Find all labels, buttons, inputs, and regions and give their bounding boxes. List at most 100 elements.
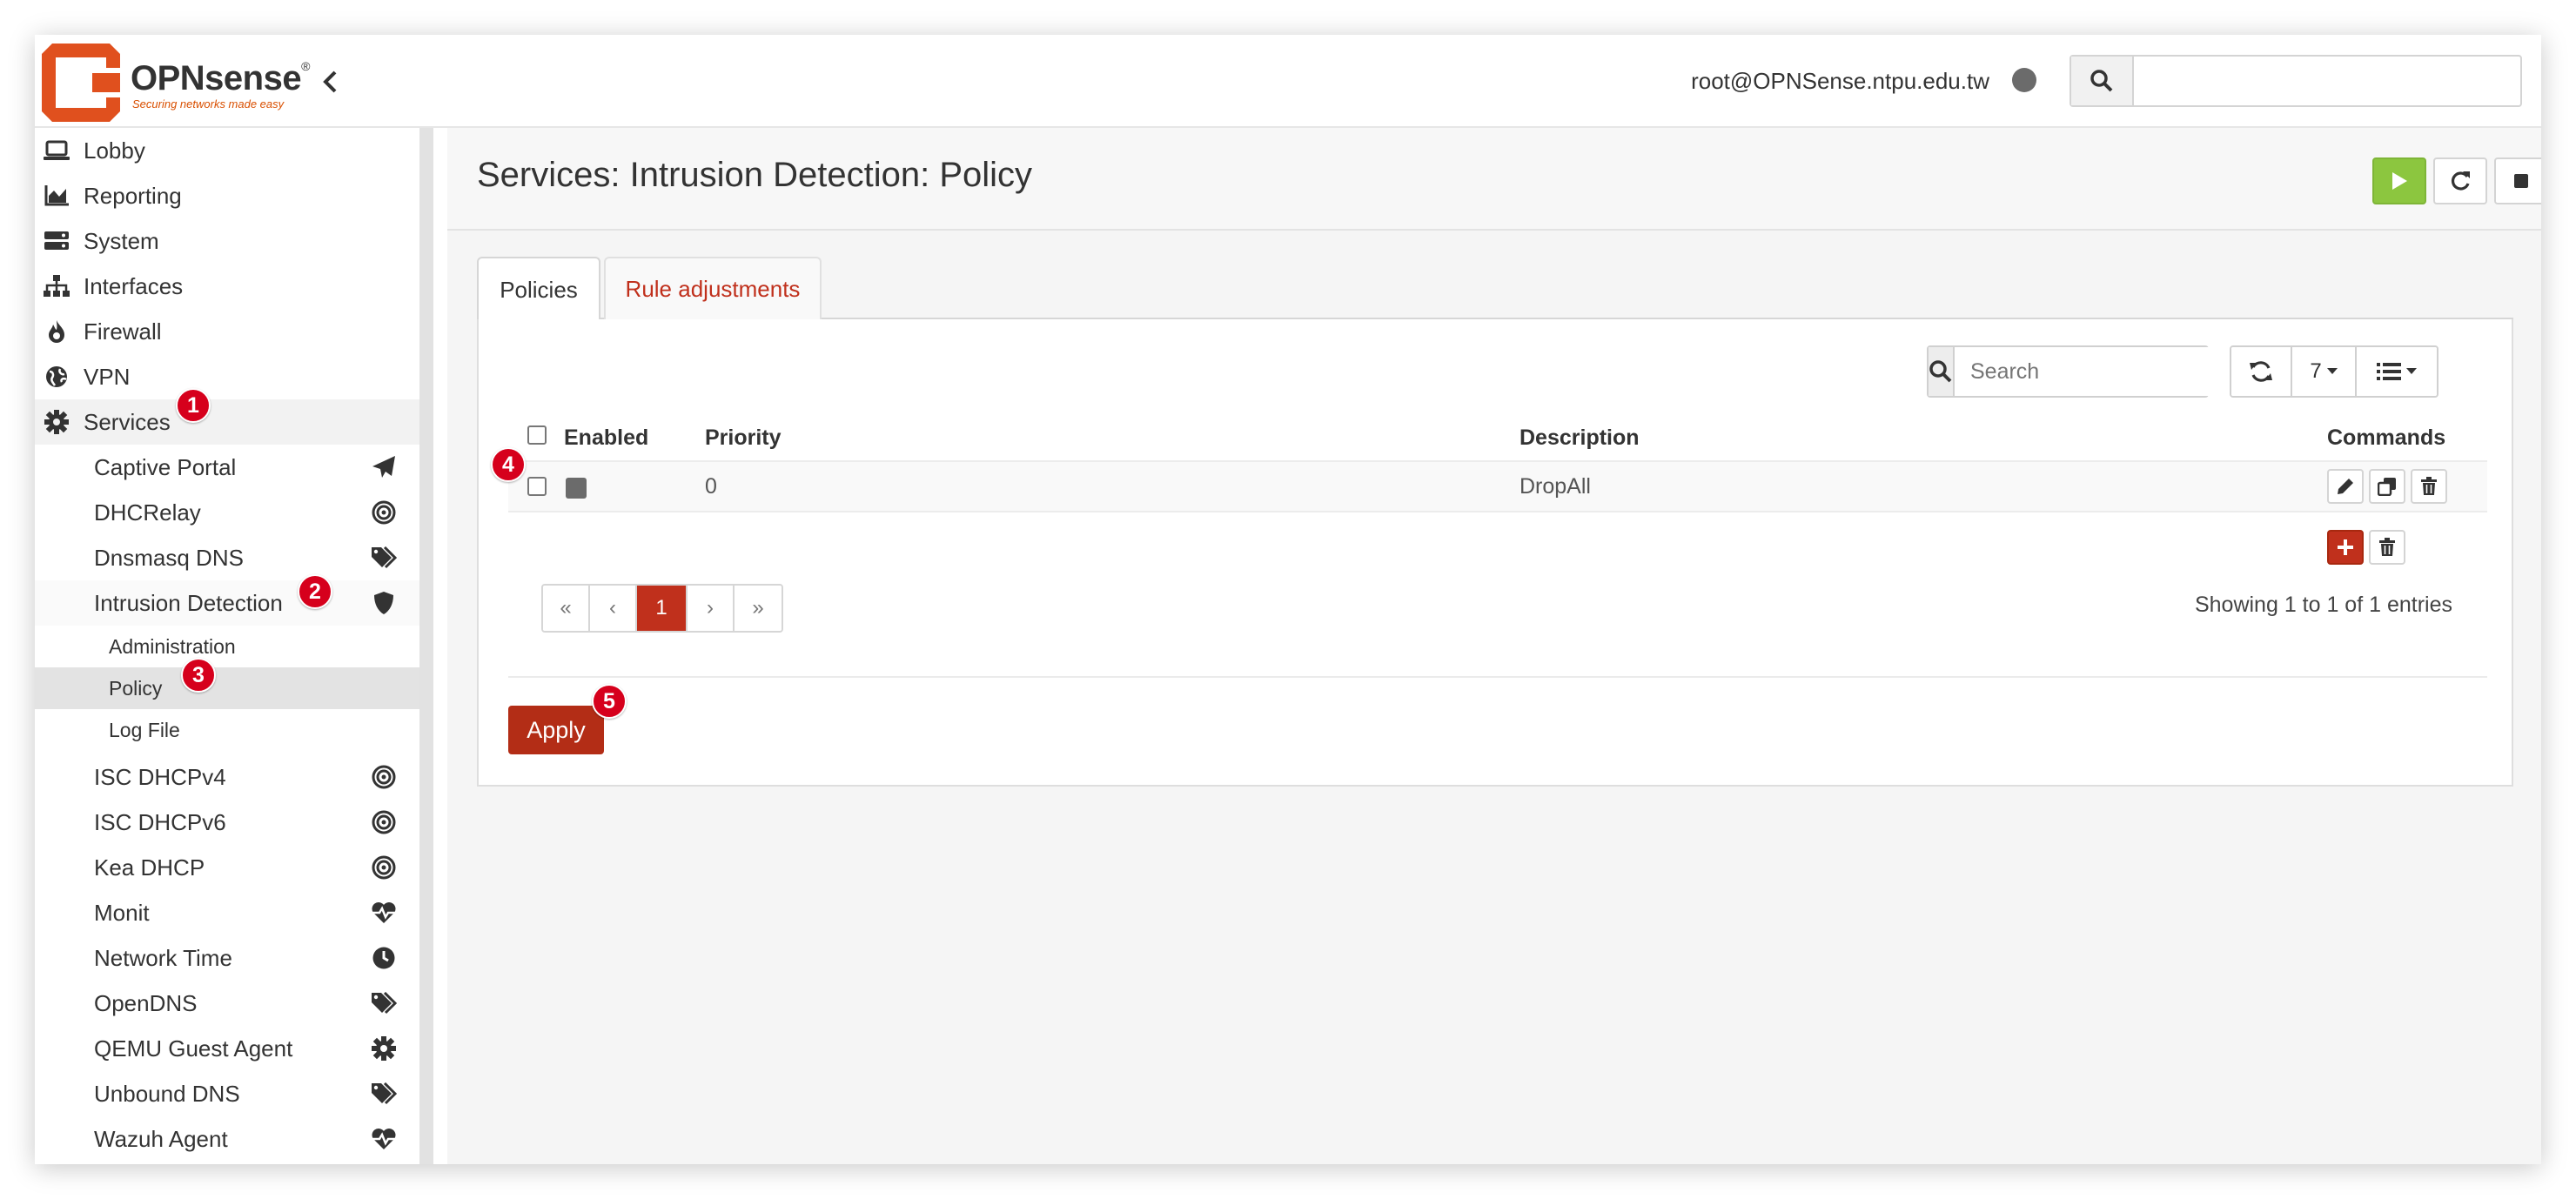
app-window: OPNsense® Securing networks made easy ro… — [35, 35, 2541, 1164]
trash-icon — [2421, 477, 2437, 495]
global-search-field[interactable] — [2070, 55, 2522, 107]
table-row[interactable]: 0 DropAll — [508, 460, 2487, 512]
delete-row-button[interactable] — [2411, 469, 2447, 504]
sidebar-subitem-isc-dhcpv4[interactable]: ISC DHCPv4 — [35, 754, 419, 800]
pager-last-button[interactable]: » — [735, 586, 782, 631]
sidebar-subitem-opendns[interactable]: OpenDNS — [35, 981, 419, 1026]
page-title: Services: Intrusion Detection: Policy — [477, 156, 1033, 194]
grid-search-input[interactable] — [1955, 347, 2266, 396]
row-description: DropAll — [1519, 474, 1591, 499]
sidebar-subitem-label: ISC DHCPv6 — [94, 808, 226, 835]
global-search-input[interactable] — [2134, 57, 2520, 105]
column-header-priority[interactable]: Priority — [705, 425, 782, 451]
sidebar-subitem-administration[interactable]: Administration — [35, 626, 419, 667]
sidebar-subitem-captive-portal[interactable]: Captive Portal — [35, 445, 419, 490]
sidebar-subitem-network-time[interactable]: Network Time — [35, 935, 419, 981]
sidebar-subitem-label: Kea DHCP — [94, 854, 205, 881]
page-size-dropdown[interactable]: 7 — [2292, 347, 2357, 396]
pager-page-1-button[interactable]: 1 — [637, 586, 688, 631]
sidebar-item-system[interactable]: System — [35, 218, 419, 264]
opnsense-logo-icon — [42, 44, 120, 122]
sidebar-item-lobby[interactable]: Lobby — [35, 128, 419, 173]
sidebar-subitem-policy[interactable]: Policy — [35, 667, 419, 709]
sidebar-item-interfaces[interactable]: Interfaces — [35, 264, 419, 309]
caret-down-icon — [2326, 368, 2338, 374]
sidebar-item-label: Interfaces — [84, 272, 184, 299]
sidebar-item-label: Services — [84, 408, 171, 435]
restart-service-button[interactable] — [2433, 157, 2487, 204]
sidebar-subitem-intrusion-detection[interactable]: Intrusion Detection — [35, 580, 419, 626]
column-header-commands: Commands — [2327, 425, 2446, 450]
add-policy-button[interactable] — [2327, 530, 2364, 565]
fire-icon — [42, 317, 71, 346]
server-icon — [42, 226, 71, 256]
stop-icon — [2514, 174, 2528, 188]
grid-search-field[interactable] — [1927, 345, 2266, 398]
sidebar-subitem-kea-dhcp[interactable]: Kea DHCP — [35, 845, 419, 890]
tags-icon — [369, 1079, 399, 1109]
bullseye-icon — [369, 762, 399, 792]
delete-selected-button[interactable] — [2369, 530, 2405, 565]
policies-panel: 7 Enabled Priority Description Commands … — [477, 319, 2513, 787]
caret-down-icon — [2406, 368, 2417, 374]
pager-first-button[interactable]: « — [543, 586, 590, 631]
collapse-sidebar-button[interactable] — [313, 64, 348, 99]
sidebar-subitem-log-file[interactable]: Log File — [35, 709, 419, 751]
play-icon — [2392, 172, 2407, 190]
divider — [508, 676, 2487, 678]
search-icon — [2071, 57, 2134, 105]
gear-icon — [42, 407, 71, 437]
entries-summary: Showing 1 to 1 of 1 entries — [2194, 593, 2452, 617]
sidebar-subitem-qemu-guest-agent[interactable]: QEMU Guest Agent — [35, 1026, 419, 1071]
status-indicator-icon[interactable] — [2012, 68, 2036, 92]
select-all-checkbox[interactable] — [527, 425, 547, 445]
sidebar-subitem-unbound-dns[interactable]: Unbound DNS — [35, 1071, 419, 1116]
globe-icon — [42, 362, 71, 392]
sidebar-item-services[interactable]: Services — [35, 399, 419, 445]
sidebar-subitem-label: Administration — [109, 634, 236, 658]
annotation-badge-2: 2 — [298, 574, 332, 609]
clock-icon — [369, 943, 399, 973]
sidebar-item-label: System — [84, 227, 159, 254]
laptop-icon — [42, 136, 71, 165]
sidebar-item-vpn[interactable]: VPN — [35, 354, 419, 399]
edit-row-button[interactable] — [2327, 469, 2364, 504]
grid-actions-group: 7 — [2230, 345, 2438, 398]
sidebar-item-reporting[interactable]: Reporting — [35, 173, 419, 218]
column-header-description[interactable]: Description — [1519, 425, 1640, 451]
sidebar-subitem-dnsmasq-dns[interactable]: Dnsmasq DNS — [35, 535, 419, 580]
user-label[interactable]: root@OPNSense.ntpu.edu.tw — [1691, 68, 1989, 95]
tab-policies[interactable]: Policies — [477, 257, 600, 321]
area-chart-icon — [42, 181, 71, 211]
refresh-icon — [2451, 171, 2470, 191]
apply-button[interactable]: Apply — [508, 706, 604, 754]
clone-icon — [2378, 478, 2396, 496]
tab-rule-adjustments[interactable]: Rule adjustments — [604, 257, 822, 319]
paper-plane-icon — [369, 452, 399, 482]
page-header: Services: Intrusion Detection: Policy — [447, 128, 2541, 231]
pager-prev-button[interactable]: ‹ — [590, 586, 637, 631]
pager-next-button[interactable]: › — [688, 586, 735, 631]
sidebar-subitem-isc-dhcpv6[interactable]: ISC DHCPv6 — [35, 800, 419, 845]
stop-service-button[interactable] — [2494, 157, 2541, 204]
sidebar-item-label: Firewall — [84, 318, 162, 345]
plus-icon — [2338, 539, 2353, 555]
sidebar-subitem-label: QEMU Guest Agent — [94, 1035, 293, 1062]
row-select-checkbox[interactable] — [527, 477, 547, 496]
start-service-button[interactable] — [2372, 157, 2426, 204]
sidebar: Lobby Reporting System Interfaces Firewa… — [35, 128, 433, 1164]
chevron-left-icon — [323, 70, 337, 93]
row-priority: 0 — [705, 474, 717, 499]
sidebar-item-firewall[interactable]: Firewall — [35, 309, 419, 354]
sidebar-subitem-wazuh-agent[interactable]: Wazuh Agent — [35, 1116, 419, 1162]
columns-dropdown[interactable] — [2357, 347, 2437, 396]
sidebar-subitem-label: Network Time — [94, 944, 232, 971]
grid-refresh-button[interactable] — [2231, 347, 2292, 396]
shield-icon — [369, 588, 399, 618]
clone-row-button[interactable] — [2369, 469, 2405, 504]
pencil-icon — [2338, 479, 2353, 494]
column-header-enabled[interactable]: Enabled — [564, 425, 648, 451]
sidebar-subitem-dhcrelay[interactable]: DHCRelay — [35, 490, 419, 535]
enabled-status-icon[interactable] — [566, 478, 587, 499]
sidebar-subitem-monit[interactable]: Monit — [35, 890, 419, 935]
